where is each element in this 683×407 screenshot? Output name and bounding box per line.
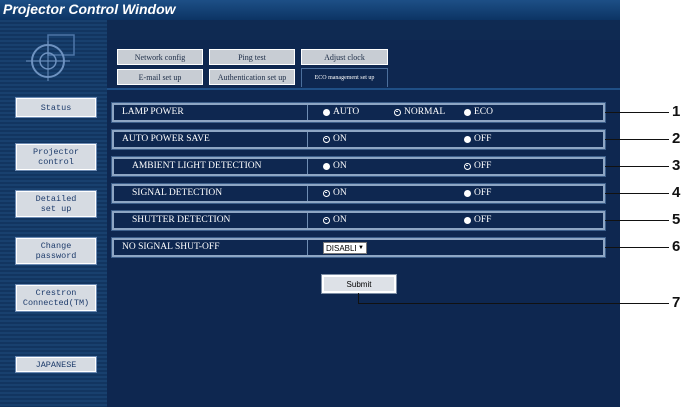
row-divider bbox=[307, 240, 308, 255]
callout-number: 3 bbox=[672, 157, 681, 174]
radio-ambient-light-off[interactable]: OFF bbox=[464, 161, 491, 171]
option-label: OFF bbox=[474, 215, 492, 225]
callout-line-6 bbox=[605, 247, 669, 248]
option-label: ON bbox=[333, 161, 347, 171]
setting-row-shutter-detection: SHUTTER DETECTION ON OFF bbox=[111, 210, 606, 231]
row-divider bbox=[307, 213, 308, 228]
callout-line-7-vertical bbox=[358, 293, 359, 303]
row-divider bbox=[307, 159, 308, 174]
setting-row-auto-power-save: AUTO POWER SAVE ON OFF bbox=[111, 129, 606, 150]
option-label: OFF bbox=[474, 161, 492, 171]
row-divider bbox=[307, 105, 308, 120]
setting-label: LAMP POWER bbox=[122, 107, 184, 117]
setting-label: SHUTTER DETECTION bbox=[132, 215, 231, 225]
sidebar-item-detailed-set-up[interactable]: Detailed set up bbox=[16, 191, 96, 217]
radio-unselected-icon bbox=[323, 216, 330, 224]
callout-line-5 bbox=[605, 220, 669, 221]
callout-number: 5 bbox=[672, 211, 681, 228]
chevron-down-icon: ▼ bbox=[356, 243, 366, 253]
option-label: ECO bbox=[474, 107, 493, 117]
window-title-bar: Projector Control Window bbox=[0, 0, 620, 20]
setting-row-signal-detection: SIGNAL DETECTION ON OFF bbox=[111, 183, 606, 204]
sidebar-item-status[interactable]: Status bbox=[16, 98, 96, 117]
tab-eco-management-set-up[interactable]: ECO management set up bbox=[301, 68, 388, 87]
callout-number: 7 bbox=[672, 294, 681, 311]
window-title: Projector Control Window bbox=[3, 1, 176, 17]
callout-number: 4 bbox=[672, 184, 681, 201]
option-label: ON bbox=[333, 188, 347, 198]
setting-label: SIGNAL DETECTION bbox=[132, 188, 223, 198]
radio-selected-icon bbox=[464, 216, 471, 224]
radio-signal-detection-on[interactable]: ON bbox=[323, 188, 347, 198]
callout-line-7 bbox=[358, 303, 669, 304]
option-label: OFF bbox=[474, 188, 492, 198]
option-label: NORMAL bbox=[404, 107, 446, 117]
option-label: ON bbox=[333, 215, 347, 225]
sidebar-item-crestron-connected[interactable]: Crestron Connected(TM) bbox=[16, 285, 96, 311]
radio-unselected-icon bbox=[323, 135, 330, 143]
submit-button[interactable]: Submit bbox=[321, 274, 397, 294]
radio-shutter-detection-off[interactable]: OFF bbox=[464, 215, 491, 225]
radio-selected-icon bbox=[464, 135, 471, 143]
callout-number: 6 bbox=[672, 238, 681, 255]
radio-selected-icon bbox=[464, 189, 471, 197]
tab-email-set-up[interactable]: E-mail set up bbox=[117, 69, 203, 85]
option-label: ON bbox=[333, 134, 347, 144]
radio-lamp-power-normal[interactable]: NORMAL bbox=[394, 107, 445, 117]
setting-label: NO SIGNAL SHUT-OFF bbox=[122, 242, 220, 252]
callout-line-1 bbox=[605, 112, 669, 113]
row-divider bbox=[307, 132, 308, 147]
tab-adjust-clock[interactable]: Adjust clock bbox=[301, 49, 388, 65]
radio-selected-icon bbox=[323, 162, 330, 170]
select-value: DISABLE bbox=[326, 243, 360, 253]
row-divider bbox=[307, 186, 308, 201]
setting-row-lamp-power: LAMP POWER AUTO NORMAL ECO bbox=[111, 102, 606, 123]
no-signal-shut-off-select[interactable]: DISABLE ▼ bbox=[323, 242, 367, 254]
sidebar-item-projector-control[interactable]: Projector control bbox=[16, 144, 96, 170]
setting-label: AUTO POWER SAVE bbox=[122, 134, 210, 144]
radio-auto-power-save-on[interactable]: ON bbox=[323, 134, 347, 144]
radio-unselected-icon bbox=[394, 108, 401, 116]
tab-authentication-set-up[interactable]: Authentication set up bbox=[209, 69, 295, 85]
option-label: AUTO bbox=[333, 107, 360, 117]
setting-row-ambient-light-detection: AMBIENT LIGHT DETECTION ON OFF bbox=[111, 156, 606, 177]
radio-selected-icon bbox=[323, 108, 330, 116]
callout-number: 1 bbox=[672, 103, 681, 120]
projector-logo-icon bbox=[26, 34, 75, 81]
radio-ambient-light-on[interactable]: ON bbox=[323, 161, 347, 171]
radio-auto-power-save-off[interactable]: OFF bbox=[464, 134, 491, 144]
radio-signal-detection-off[interactable]: OFF bbox=[464, 188, 491, 198]
radio-unselected-icon bbox=[464, 162, 471, 170]
callout-number: 2 bbox=[672, 130, 681, 147]
radio-unselected-icon bbox=[323, 189, 330, 197]
callout-line-2 bbox=[605, 139, 669, 140]
callout-line-4 bbox=[605, 193, 669, 194]
option-label: OFF bbox=[474, 134, 492, 144]
setting-row-no-signal-shut-off: NO SIGNAL SHUT-OFF DISABLE ▼ bbox=[111, 237, 606, 258]
tab-network-config[interactable]: Network config bbox=[117, 49, 203, 65]
setting-label: AMBIENT LIGHT DETECTION bbox=[132, 161, 262, 171]
radio-selected-icon bbox=[464, 108, 471, 116]
sidebar-item-japanese[interactable]: JAPANESE bbox=[16, 357, 96, 372]
tab-ping-test[interactable]: Ping test bbox=[209, 49, 295, 65]
callout-line-3 bbox=[605, 166, 669, 167]
radio-shutter-detection-on[interactable]: ON bbox=[323, 215, 347, 225]
radio-lamp-power-eco[interactable]: ECO bbox=[464, 107, 493, 117]
radio-lamp-power-auto[interactable]: AUTO bbox=[323, 107, 359, 117]
sidebar-item-change-password[interactable]: Change password bbox=[16, 238, 96, 264]
